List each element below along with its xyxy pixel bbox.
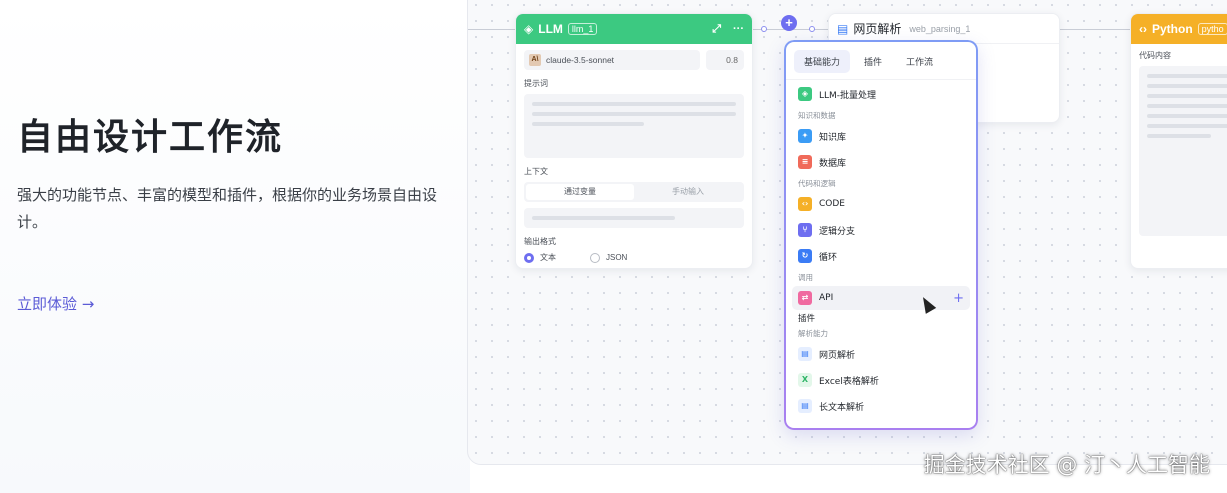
llm-icon: ◈	[524, 22, 534, 36]
picker-group-label: 知识和数据	[798, 111, 836, 120]
code-icon: ‹›	[1139, 22, 1147, 36]
loop-icon: ↻	[798, 249, 812, 263]
web-node-title: 网页解析	[853, 22, 902, 36]
picker-item-label: 网页解析	[819, 350, 856, 361]
watermark: 掘金技术社区 @ 汀丶人工智能	[923, 453, 1210, 477]
output-port[interactable]	[761, 26, 767, 32]
model-select[interactable]: A\ claude-3.5-sonnet	[524, 50, 700, 70]
context-input[interactable]	[524, 208, 744, 228]
picker-item[interactable]: ▤ 长文本解析	[792, 394, 970, 418]
code-label: 代码内容	[1139, 51, 1171, 60]
picker-group-label: 插件	[798, 314, 816, 324]
tab-plugins[interactable]: 插件	[854, 50, 892, 73]
web-parse-icon: ▤	[837, 21, 849, 36]
picker-item-label: CODE	[819, 199, 845, 209]
picker-group-label: 代码和逻辑	[798, 179, 836, 188]
tab-workflows[interactable]: 工作流	[896, 50, 943, 73]
radio-json[interactable]	[590, 252, 600, 263]
picker-item[interactable]: ≡ 数据库	[792, 150, 970, 174]
picker-item-label: 逻辑分支	[819, 226, 856, 237]
code-icon: ‹›	[798, 197, 812, 211]
expand-icon[interactable]: ⤢	[712, 23, 721, 36]
edge-left	[468, 29, 515, 30]
llm-node-header: ◈ LLM llm_1 ⤢ ···	[516, 14, 752, 44]
node-picker-popover[interactable]: 基础能力 插件 工作流 ◈ LLM-批量处理知识和数据 ✦ 知识库 ≡ 数据库代码和逻辑 ‹…	[784, 40, 978, 430]
picker-item[interactable]: ◈ LLM-批量处理	[792, 82, 970, 106]
picker-item-label: 数据库	[819, 158, 847, 169]
picker-item[interactable]: ‹› CODE	[792, 192, 970, 216]
input-port[interactable]	[809, 26, 815, 32]
llm-node-title: LLM	[538, 22, 563, 36]
picker-item[interactable]: ▤ 网页解析	[792, 342, 970, 366]
picker-item[interactable]: ✦ 知识库	[792, 124, 970, 148]
tab-manual[interactable]: 手动输入	[634, 184, 742, 200]
picker-tabs: 基础能力 插件 工作流	[786, 42, 976, 80]
api-icon: ⇄	[798, 291, 812, 305]
python-node-header: ‹› Python pytho	[1131, 14, 1227, 44]
picker-item-label: Excel表格解析	[819, 376, 879, 387]
hero-description: 强大的功能节点、丰富的模型和插件，根据你的业务场景自由设计。	[17, 186, 438, 231]
hero-section: 自由设计工作流 强大的功能节点、丰富的模型和插件，根据你的业务场景自由设计。 立…	[0, 0, 470, 493]
add-node-button[interactable]: +	[781, 15, 797, 31]
picker-item-label: 循环	[819, 252, 838, 263]
llm-node[interactable]: ◈ LLM llm_1 ⤢ ··· A\ claude-3.5-sonnet 0…	[515, 13, 753, 269]
long-text-icon: ▤	[798, 399, 812, 413]
context-label: 上下文	[524, 167, 548, 176]
radio-json-label: JSON	[606, 253, 628, 262]
tab-variable[interactable]: 通过变量	[526, 184, 634, 200]
branch-icon: ⑂	[798, 223, 812, 237]
model-name: claude-3.5-sonnet	[546, 55, 615, 65]
prompt-label: 提示词	[524, 79, 548, 88]
picker-item-label: LLM-批量处理	[819, 90, 877, 101]
hero-title: 自由设计工作流	[17, 117, 284, 158]
picker-item-label: API	[819, 293, 834, 303]
edge-web-python	[1060, 29, 1130, 30]
picker-group-label: 解析能力	[798, 329, 828, 338]
picker-item[interactable]: ⑂ 逻辑分支	[792, 218, 970, 242]
database-icon: ≡	[798, 155, 812, 169]
output-format-label: 输出格式	[524, 237, 556, 246]
radio-text[interactable]	[524, 252, 534, 263]
picker-list: ◈ LLM-批量处理知识和数据 ✦ 知识库 ≡ 数据库代码和逻辑 ‹› CODE ⑂ 逻辑分支 ↻ 循…	[786, 80, 976, 422]
python-node-title: Python	[1152, 22, 1193, 36]
context-segmented[interactable]: 通过变量 手动输入	[524, 182, 744, 202]
temperature-field[interactable]: 0.8	[706, 50, 744, 70]
picker-group-label: 调用	[798, 273, 813, 282]
picker-item[interactable]: ↻ 循环	[792, 244, 970, 268]
picker-item[interactable]: X Excel表格解析	[792, 368, 970, 392]
llm-node-tag: llm_1	[567, 23, 598, 35]
llm-icon: ◈	[798, 87, 812, 101]
add-icon[interactable]: +	[953, 291, 964, 306]
anthropic-icon: A\	[529, 54, 541, 66]
picker-item-label: 长文本解析	[819, 402, 865, 413]
try-now-link[interactable]: 立即体验 →	[17, 293, 94, 314]
more-icon[interactable]: ···	[733, 23, 744, 36]
excel-icon: X	[798, 373, 812, 387]
picker-item-label: 知识库	[819, 132, 847, 143]
knowledge-icon: ✦	[798, 129, 812, 143]
web-parse-icon: ▤	[798, 347, 812, 361]
radio-text-label: 文本	[540, 253, 556, 262]
python-node-tag: pytho	[1197, 23, 1227, 35]
prompt-textarea[interactable]	[524, 94, 744, 158]
tab-basic[interactable]: 基础能力	[794, 50, 851, 73]
picker-item[interactable]: ⇄ API +	[792, 286, 970, 310]
code-editor[interactable]	[1139, 66, 1227, 236]
web-node-tag: web_parsing_1	[909, 23, 971, 34]
python-node[interactable]: ‹› Python pytho 代码内容	[1130, 13, 1227, 269]
